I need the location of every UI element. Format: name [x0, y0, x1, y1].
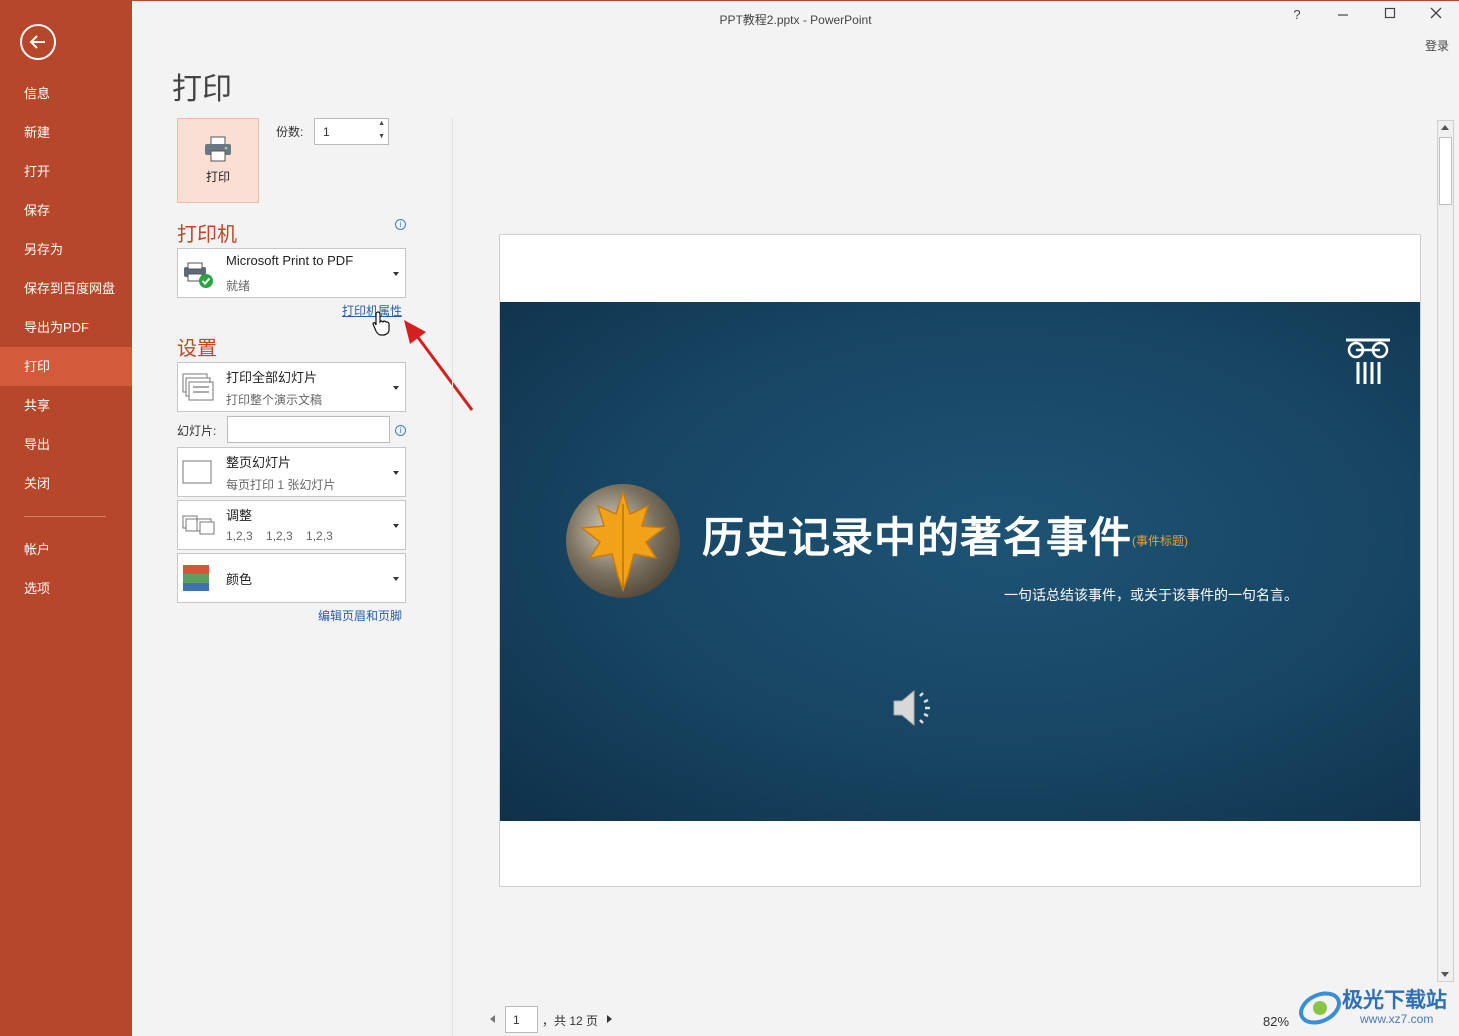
- watermark-url: www.xz7.com: [1360, 1012, 1434, 1026]
- collate-icon: [182, 515, 215, 535]
- collate-main: 调整: [226, 508, 253, 523]
- print-preview-page: 历史记录中的著名事件 (事件标题) 一句话总结该事件，或关于该事件的一句名言。: [499, 234, 1421, 887]
- sidebar-nav: 信息 新建 打开 保存 另存为 保存到百度网盘 导出为PDF 打印 共享 导出 …: [0, 74, 132, 608]
- close-icon: [1430, 7, 1442, 19]
- chevron-down-icon: [393, 386, 399, 390]
- preview-scrollbar[interactable]: [1437, 120, 1454, 982]
- print-range-main: 打印全部幻灯片: [226, 370, 318, 385]
- chevron-down-icon: [393, 577, 399, 581]
- panel-divider: [452, 118, 453, 1036]
- hand-cursor-icon: [372, 311, 390, 336]
- sidebar-item-print[interactable]: 打印: [0, 347, 132, 386]
- maximize-button[interactable]: [1375, 7, 1405, 22]
- print-button[interactable]: 打印: [177, 118, 259, 203]
- slides-info-icon[interactable]: i: [395, 425, 406, 436]
- print-button-label: 打印: [205, 170, 230, 184]
- page-total: ，共 12 页: [542, 1014, 599, 1028]
- color-swatch-icon: [183, 565, 209, 591]
- chevron-down-icon: [393, 524, 399, 528]
- previous-page-icon[interactable]: [490, 1015, 495, 1023]
- login-link[interactable]: 登录: [1425, 37, 1449, 54]
- sidebar-item-open[interactable]: 打开: [0, 152, 132, 191]
- zoom-level: 82%: [1263, 1014, 1290, 1029]
- minimize-icon: [1338, 14, 1348, 16]
- printer-dropdown[interactable]: Microsoft Print to PDF 就绪: [177, 248, 406, 298]
- maximize-icon: [1384, 7, 1396, 19]
- sidebar-item-save-as[interactable]: 另存为: [0, 230, 132, 269]
- slides-label: 幻灯片:: [177, 424, 217, 438]
- back-button[interactable]: [20, 24, 56, 60]
- copies-label: 份数:: [276, 125, 304, 139]
- backstage-sidebar: 信息 新建 打开 保存 另存为 保存到百度网盘 导出为PDF 打印 共享 导出 …: [0, 0, 132, 1036]
- layout-sub: 每页打印 1 张幻灯片: [226, 478, 336, 492]
- sidebar-item-new[interactable]: 新建: [0, 113, 132, 152]
- full-page-slide-icon: [182, 460, 212, 484]
- edit-header-footer-link[interactable]: 编辑页眉和页脚: [318, 607, 402, 624]
- print-range-dropdown[interactable]: 打印全部幻灯片 打印整个演示文稿: [177, 362, 406, 412]
- copies-stepper[interactable]: 1 ▲ ▼: [314, 118, 389, 145]
- maple-leaf-icon: [580, 489, 666, 593]
- page-number-input[interactable]: 1: [505, 1006, 538, 1033]
- sidebar-item-info[interactable]: 信息: [0, 74, 132, 113]
- window-title: PPT教程2.pptx - PowerPoint: [719, 13, 872, 27]
- aurora-logo-icon: [1299, 991, 1341, 1025]
- copies-value: 1: [323, 125, 330, 139]
- scrollbar-thumb[interactable]: [1439, 137, 1452, 205]
- speaker-icon: [893, 689, 930, 727]
- watermark-logo: 极光下载站 www.xz7.com: [1298, 984, 1454, 1032]
- layout-main: 整页幻灯片: [226, 455, 292, 470]
- sidebar-item-save[interactable]: 保存: [0, 191, 132, 230]
- color-dropdown[interactable]: 颜色: [177, 553, 406, 603]
- annotation-arrow: [404, 320, 474, 411]
- ionic-column-icon: [1346, 338, 1390, 384]
- slides-input[interactable]: [227, 416, 390, 443]
- collate-dropdown[interactable]: 调整 1,2,3 1,2,3 1,2,3: [177, 500, 406, 550]
- collate-sub: 1,2,3 1,2,3 1,2,3: [226, 529, 333, 543]
- help-button[interactable]: ?: [1282, 7, 1312, 22]
- slide-title-tag: (事件标题): [1132, 534, 1188, 548]
- slide-title: 历史记录中的著名事件: [702, 513, 1133, 562]
- slide-subtitle: 一句话总结该事件，或关于该事件的一句名言。: [1004, 587, 1298, 603]
- sidebar-item-export-pdf[interactable]: 导出为PDF: [0, 308, 132, 347]
- arrow-left-icon: [29, 35, 45, 49]
- sidebar-item-options[interactable]: 选项: [0, 569, 132, 608]
- layout-dropdown[interactable]: 整页幻灯片 每页打印 1 张幻灯片: [177, 447, 406, 497]
- close-button[interactable]: [1421, 7, 1451, 22]
- chevron-down-icon: [393, 471, 399, 475]
- printer-icon: [205, 136, 231, 162]
- sidebar-item-share[interactable]: 共享: [0, 386, 132, 425]
- color-main: 颜色: [226, 572, 253, 587]
- print-range-sub: 打印整个演示文稿: [226, 393, 323, 407]
- page-title: 打印: [172, 72, 232, 107]
- maple-leaf-image: [566, 484, 680, 598]
- scroll-down-icon[interactable]: [1441, 972, 1449, 977]
- minimize-button[interactable]: [1328, 7, 1358, 22]
- slide-preview: 历史记录中的著名事件 (事件标题) 一句话总结该事件，或关于该事件的一句名言。: [500, 302, 1420, 821]
- copies-down-icon[interactable]: ▼: [378, 133, 385, 140]
- sidebar-item-account[interactable]: 帐户: [0, 530, 132, 569]
- printer-ready-icon: [184, 262, 213, 288]
- sidebar-item-save-baidu[interactable]: 保存到百度网盘: [0, 269, 132, 308]
- sidebar-divider: [24, 516, 106, 517]
- printer-section-title: 打印机: [177, 224, 237, 246]
- settings-section-title: 设置: [177, 338, 217, 360]
- printer-status: 就绪: [226, 279, 251, 293]
- scroll-up-icon[interactable]: [1441, 125, 1449, 130]
- sidebar-item-close[interactable]: 关闭: [0, 464, 132, 503]
- chevron-down-icon: [393, 272, 399, 276]
- watermark-text: 极光下载站: [1342, 988, 1447, 1012]
- sidebar-item-export[interactable]: 导出: [0, 425, 132, 464]
- title-bar: PPT教程2.pptx - PowerPoint ? 登录: [132, 0, 1459, 53]
- slides-stack-icon: [182, 373, 214, 401]
- next-page-icon[interactable]: [607, 1015, 612, 1023]
- copies-up-icon[interactable]: ▲: [378, 120, 385, 127]
- printer-name: Microsoft Print to PDF: [226, 253, 354, 268]
- printer-info-icon[interactable]: i: [395, 219, 406, 230]
